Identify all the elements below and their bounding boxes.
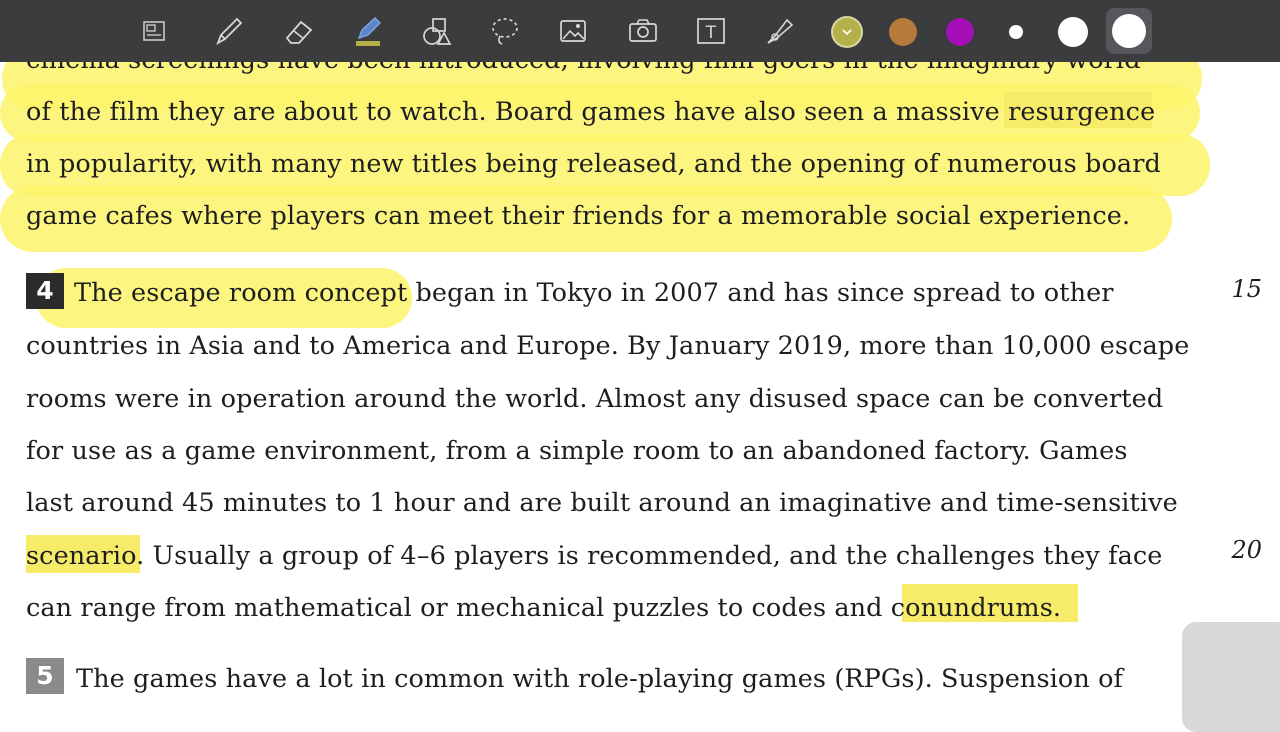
text-line: last around 45 minutes to 1 hour and are… [26, 488, 1178, 518]
eraser-icon [285, 20, 313, 44]
text-line: can range from mathematical or mechanica… [26, 593, 1062, 623]
stroke-size-medium[interactable] [1058, 17, 1088, 47]
shapes-icon [423, 18, 452, 45]
paragraph-number: 5 [26, 658, 64, 694]
text-tool-button[interactable]: T [688, 8, 734, 54]
image-tool-button[interactable] [550, 8, 596, 54]
text-line: of the film they are about to watch. Boa… [26, 97, 1156, 127]
stroke-size-large-dot [1112, 14, 1146, 48]
floating-action-button[interactable] [1182, 622, 1280, 732]
text-line: rooms were in operation around the world… [26, 384, 1164, 414]
document-page[interactable]: cinema screenings have been introduced, … [0, 62, 1280, 720]
line-number: 15 [1231, 275, 1262, 303]
line-number: 20 [1231, 536, 1262, 564]
laser-pointer-tool-button[interactable] [757, 8, 803, 54]
text-line: game cafes where players can meet their … [26, 201, 1131, 231]
shapes-tool-button[interactable] [413, 8, 459, 54]
text-line: scenario. Usually a group of 4–6 players… [26, 541, 1163, 571]
layout-tool-button[interactable] [131, 8, 177, 54]
eraser-tool-button[interactable] [276, 8, 322, 54]
layout-icon [143, 21, 165, 41]
stroke-size-large-selected[interactable] [1106, 8, 1152, 54]
stroke-size-small[interactable] [1009, 25, 1023, 39]
text-line: for use as a game environment, from a si… [26, 436, 1128, 466]
laser-pointer-icon [767, 18, 794, 44]
text-line: countries in Asia and to America and Eur… [26, 331, 1190, 361]
highlighter-icon [356, 17, 381, 46]
image-icon [560, 20, 586, 42]
color-swatch-purple[interactable] [946, 18, 974, 46]
text-box-icon: T [697, 18, 725, 44]
chevron-down-icon [842, 29, 852, 36]
color-swatch-orange[interactable] [889, 18, 917, 46]
pen-tool-button[interactable] [206, 8, 252, 54]
paragraph-number: 4 [26, 273, 64, 309]
camera-icon [629, 19, 657, 42]
pen-icon [216, 17, 243, 46]
highlighter-tool-button[interactable] [344, 8, 390, 54]
text-line: The escape room concept began in Tokyo i… [74, 278, 1114, 308]
color-swatch-olive[interactable] [833, 18, 861, 46]
text-line: cinema screenings have been introduced, … [26, 62, 1141, 76]
annotation-toolbar: T [0, 0, 1280, 62]
lasso-tool-button[interactable] [482, 8, 528, 54]
text-line: The games have a lot in common with role… [76, 664, 1124, 694]
lasso-icon [492, 18, 518, 45]
camera-tool-button[interactable] [620, 8, 666, 54]
text-tool-glyph: T [705, 23, 717, 43]
text-line: in popularity, with many new titles bein… [26, 149, 1161, 179]
